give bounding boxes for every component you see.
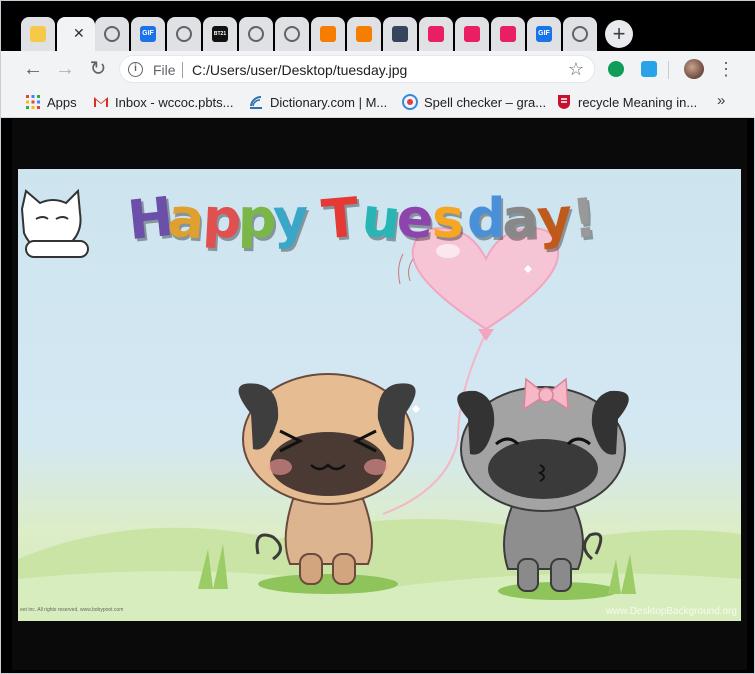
kebab-menu-icon[interactable]: ⋮ (717, 58, 735, 80)
bookmark-label: Inbox - wccoc.pbts... (115, 95, 234, 110)
blogger-icon (320, 26, 336, 42)
tab[interactable] (21, 17, 55, 51)
copyright-credit: eet inc. All rights reserved. www.bobypo… (20, 607, 124, 613)
globe-icon (104, 26, 120, 42)
bookmark-cambridge[interactable]: recycle Meaning in... (556, 94, 697, 112)
tab[interactable]: BT21 (203, 17, 237, 51)
gmail-icon (93, 94, 109, 110)
wallpaper-image: Ha p p y Tu e s d a y! eet inc. All rights reserv… (18, 169, 741, 621)
tab[interactable] (383, 17, 417, 51)
tab[interactable] (167, 17, 201, 51)
title-letter: T (319, 185, 362, 252)
close-tab-icon[interactable]: ✕ (73, 25, 85, 42)
tab[interactable] (239, 17, 273, 51)
blogger-icon (356, 26, 372, 42)
address-bar[interactable]: i File C:/Users/user/Desktop/tuesday.jpg… (119, 55, 595, 83)
globe-icon (248, 26, 264, 42)
lock-folder-icon (30, 26, 46, 42)
browser-window: ✕ GIF BT21 GIF + ← → ↻ i File C:/Users/user/… (0, 0, 755, 674)
bookmark-dictionary[interactable]: Dictionary.com | M... (248, 94, 387, 112)
cambridge-icon (556, 94, 572, 110)
tab[interactable] (275, 17, 309, 51)
bookmarks-bar: Apps Inbox - wccoc.pbts... Dictionary.co… (1, 87, 755, 118)
title-letter: y (534, 185, 575, 252)
tab[interactable] (95, 17, 129, 51)
divider (668, 61, 669, 79)
title-letter: e (394, 185, 436, 252)
bookmarks-overflow-icon[interactable]: » (717, 92, 725, 109)
bookmark-grammarly[interactable]: Spell checker – gra... (402, 94, 546, 112)
tab[interactable] (455, 17, 489, 51)
url-text[interactable]: C:/Users/user/Desktop/tuesday.jpg (192, 62, 407, 78)
title-letter: a (500, 186, 540, 251)
bt21-icon: BT21 (212, 26, 228, 42)
bookmark-label: Spell checker – gra... (424, 95, 547, 110)
watermark: www.DesktopBackground.org (605, 606, 737, 617)
globe-icon (572, 26, 588, 42)
tab[interactable] (563, 17, 597, 51)
tab[interactable]: GIF (527, 17, 561, 51)
globe-icon (284, 26, 300, 42)
profile-avatar[interactable] (684, 59, 704, 79)
multicolor-icon (500, 26, 516, 42)
gif-icon: GIF (140, 26, 156, 42)
bookmark-gmail[interactable]: Inbox - wccoc.pbts... (93, 94, 234, 112)
divider (182, 62, 183, 78)
dictionary-icon (248, 94, 264, 110)
tab[interactable] (311, 17, 345, 51)
url-scheme: File (153, 62, 176, 78)
bookmark-label: Dictionary.com | M... (270, 95, 388, 110)
title-letter: y (272, 186, 309, 251)
forward-icon[interactable]: → (53, 57, 77, 81)
extension-icon[interactable] (641, 61, 657, 77)
title-letter: p (237, 186, 278, 251)
tumblr-icon (392, 26, 408, 42)
info-icon[interactable]: i (128, 62, 143, 77)
tab[interactable]: GIF (131, 17, 165, 51)
gif-icon: GIF (536, 26, 552, 42)
tab[interactable] (419, 17, 453, 51)
tab-strip: ✕ GIF BT21 GIF + (1, 1, 755, 51)
grammarly-icon (402, 94, 418, 110)
title-letter: s (430, 186, 466, 251)
new-tab-button[interactable]: + (605, 20, 633, 48)
tab[interactable] (491, 17, 525, 51)
apps-grid-icon (25, 94, 41, 110)
globe-icon (176, 26, 192, 42)
title-letter: d (467, 187, 506, 250)
bookmark-label: Apps (47, 95, 77, 110)
tab[interactable] (347, 17, 381, 51)
hangouts-extension-icon[interactable] (608, 61, 624, 77)
multicolor-icon (464, 26, 480, 42)
bookmark-label: recycle Meaning in... (578, 95, 698, 110)
toolbar: ← → ↻ i File C:/Users/user/Desktop/tuesd… (1, 51, 755, 87)
page-content: Ha p p y Tu e s d a y! eet inc. All rights reserv… (12, 119, 747, 670)
reload-icon[interactable]: ↻ (86, 57, 110, 81)
cat-logo (20, 188, 89, 258)
bookmark-apps[interactable]: Apps (25, 94, 77, 112)
multicolor-icon (428, 26, 444, 42)
back-icon[interactable]: ← (21, 57, 45, 81)
tab-active[interactable]: ✕ (57, 17, 95, 51)
bookmark-star-icon[interactable]: ☆ (568, 59, 584, 80)
